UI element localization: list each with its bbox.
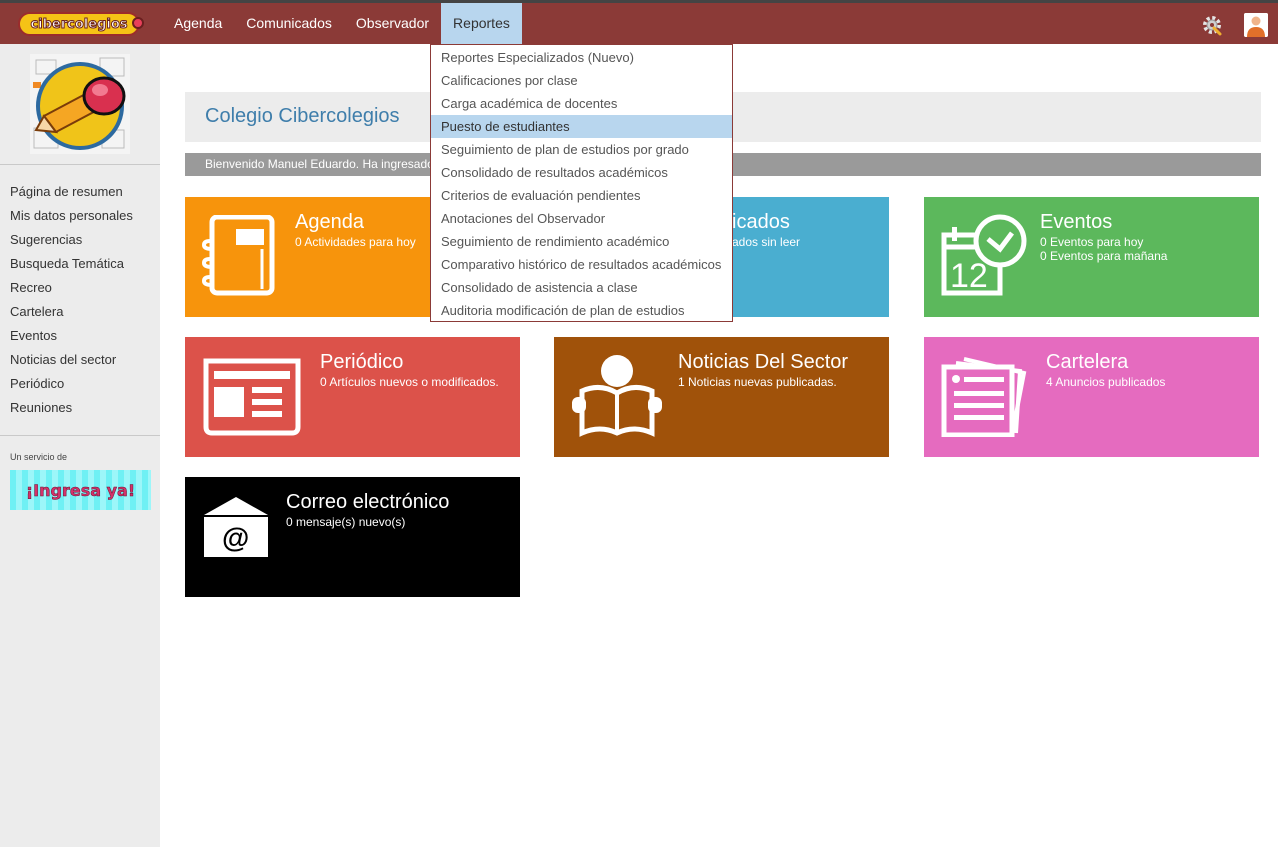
reportes-dropdown-menu: Reportes Especializados (Nuevo) Califica… (430, 44, 733, 322)
reader-icon (572, 355, 662, 437)
sidebar-item-periodico[interactable]: Periódico (10, 372, 133, 396)
menu-item-criterios-evaluacion[interactable]: Criterios de evaluación pendientes (431, 184, 732, 207)
tile-subtitle: 0 mensaje(s) nuevo(s) (286, 515, 406, 529)
menu-item-carga-academica[interactable]: Carga académica de docentes (431, 92, 732, 115)
sidebar-item-pagina-resumen[interactable]: Página de resumen (10, 180, 133, 204)
tile-subtitle: ados sin leer (732, 235, 801, 249)
calendar-clock-icon: 12 (941, 214, 1027, 296)
nav-observador[interactable]: Observador (344, 3, 441, 44)
tile-subtitle: 0 Actividades para hoy (295, 235, 416, 249)
tile-noticias[interactable]: Noticias Del Sector 1 Noticias nuevas pu… (554, 337, 889, 457)
menu-item-consolidado-resultados[interactable]: Consolidado de resultados académicos (431, 161, 732, 184)
tile-subtitle: 0 Artículos nuevos o modificados. (320, 375, 499, 389)
menu-item-puesto-estudiantes[interactable]: Puesto de estudiantes (431, 115, 732, 138)
sidebar-item-mis-datos[interactable]: Mis datos personales (10, 204, 133, 228)
nav-agenda[interactable]: Agenda (162, 3, 234, 44)
page-title: Colegio Cibercolegios (205, 105, 400, 127)
tile-title: Eventos (1040, 211, 1113, 233)
notebook-icon (202, 215, 275, 296)
menu-item-anotaciones-observador[interactable]: Anotaciones del Observador (431, 207, 732, 230)
envelope-icon: @ (204, 497, 268, 557)
menu-item-consolidado-asistencia[interactable]: Consolidado de asistencia a clase (431, 276, 732, 299)
tile-title: Cartelera (1046, 351, 1129, 373)
menu-item-seguimiento-plan[interactable]: Seguimiento de plan de estudios por grad… (431, 138, 732, 161)
sidebar-item-reuniones[interactable]: Reuniones (10, 396, 133, 420)
user-avatar-icon[interactable] (1244, 13, 1268, 37)
gear-icon[interactable] (1200, 13, 1224, 37)
sidebar-menu: Página de resumen Mis datos personales S… (10, 180, 133, 420)
tile-subtitle: 4 Anuncios publicados (1046, 375, 1166, 389)
menu-item-calificaciones[interactable]: Calificaciones por clase (431, 69, 732, 92)
sidebar-item-noticias[interactable]: Noticias del sector (10, 348, 133, 372)
tile-title: icados (732, 211, 790, 233)
sidebar-item-sugerencias[interactable]: Sugerencias (10, 228, 133, 252)
tile-subtitle-line: 0 Eventos para mañana (1040, 249, 1168, 263)
menu-item-seguimiento-rendimiento[interactable]: Seguimiento de rendimiento académico (431, 230, 732, 253)
cibercolegios-logo[interactable]: cibercolegios (18, 12, 144, 36)
menu-item-comparativo-historico[interactable]: Comparativo histórico de resultados acad… (431, 253, 732, 276)
menu-item-auditoria-plan[interactable]: Auditoria modificación de plan de estudi… (431, 299, 732, 322)
nav-comunicados[interactable]: Comunicados (234, 3, 344, 44)
newspaper-icon (203, 358, 301, 436)
menu-item-reportes-especializados[interactable]: Reportes Especializados (Nuevo) (431, 46, 732, 69)
school-crest-pencil-image (30, 54, 130, 154)
sidebar: Página de resumen Mis datos personales S… (0, 44, 160, 847)
tile-title: Noticias Del Sector (678, 351, 849, 373)
sidebar-item-busqueda[interactable]: Busqueda Temática (10, 252, 133, 276)
sidebar-divider (0, 435, 160, 436)
tile-subtitle-line: 0 Eventos para hoy (1040, 235, 1144, 249)
sidebar-item-cartelera[interactable]: Cartelera (10, 300, 133, 324)
notes-icon (941, 357, 1027, 437)
tile-title: Agenda (295, 211, 364, 233)
top-navbar: cibercolegios Agenda Comunicados Observa… (0, 0, 1278, 44)
sidebar-item-recreo[interactable]: Recreo (10, 276, 133, 300)
tile-subtitle: 0 Eventos para hoy 0 Eventos para mañana (1040, 235, 1167, 263)
tile-periodico[interactable]: Periódico 0 Artículos nuevos o modificad… (185, 337, 520, 457)
main-nav: Agenda Comunicados Observador Reportes (162, 3, 522, 44)
servicio-label: Un servicio de (10, 452, 68, 462)
banner-text: ¡Ingresa ya! (25, 480, 136, 500)
tile-subtitle: 1 Noticias nuevas publicadas. (678, 375, 837, 389)
tile-correo[interactable]: @ Correo electrónico 0 mensaje(s) nuevo(… (185, 477, 520, 597)
sidebar-divider (0, 164, 160, 165)
logo-dot (132, 17, 144, 29)
ingresa-ya-banner[interactable]: ¡Ingresa ya! (10, 470, 151, 510)
sidebar-item-eventos[interactable]: Eventos (10, 324, 133, 348)
logo-text: cibercolegios (30, 16, 128, 32)
nav-reportes[interactable]: Reportes (441, 3, 522, 44)
tile-title: Periódico (320, 351, 404, 373)
svg-text:12: 12 (950, 257, 988, 295)
tile-eventos[interactable]: 12 Eventos 0 Eventos para hoy 0 Eventos … (924, 197, 1259, 317)
tile-cartelera[interactable]: Cartelera 4 Anuncios publicados (924, 337, 1259, 457)
tile-title: Correo electrónico (286, 491, 450, 513)
svg-text:@: @ (222, 522, 249, 553)
